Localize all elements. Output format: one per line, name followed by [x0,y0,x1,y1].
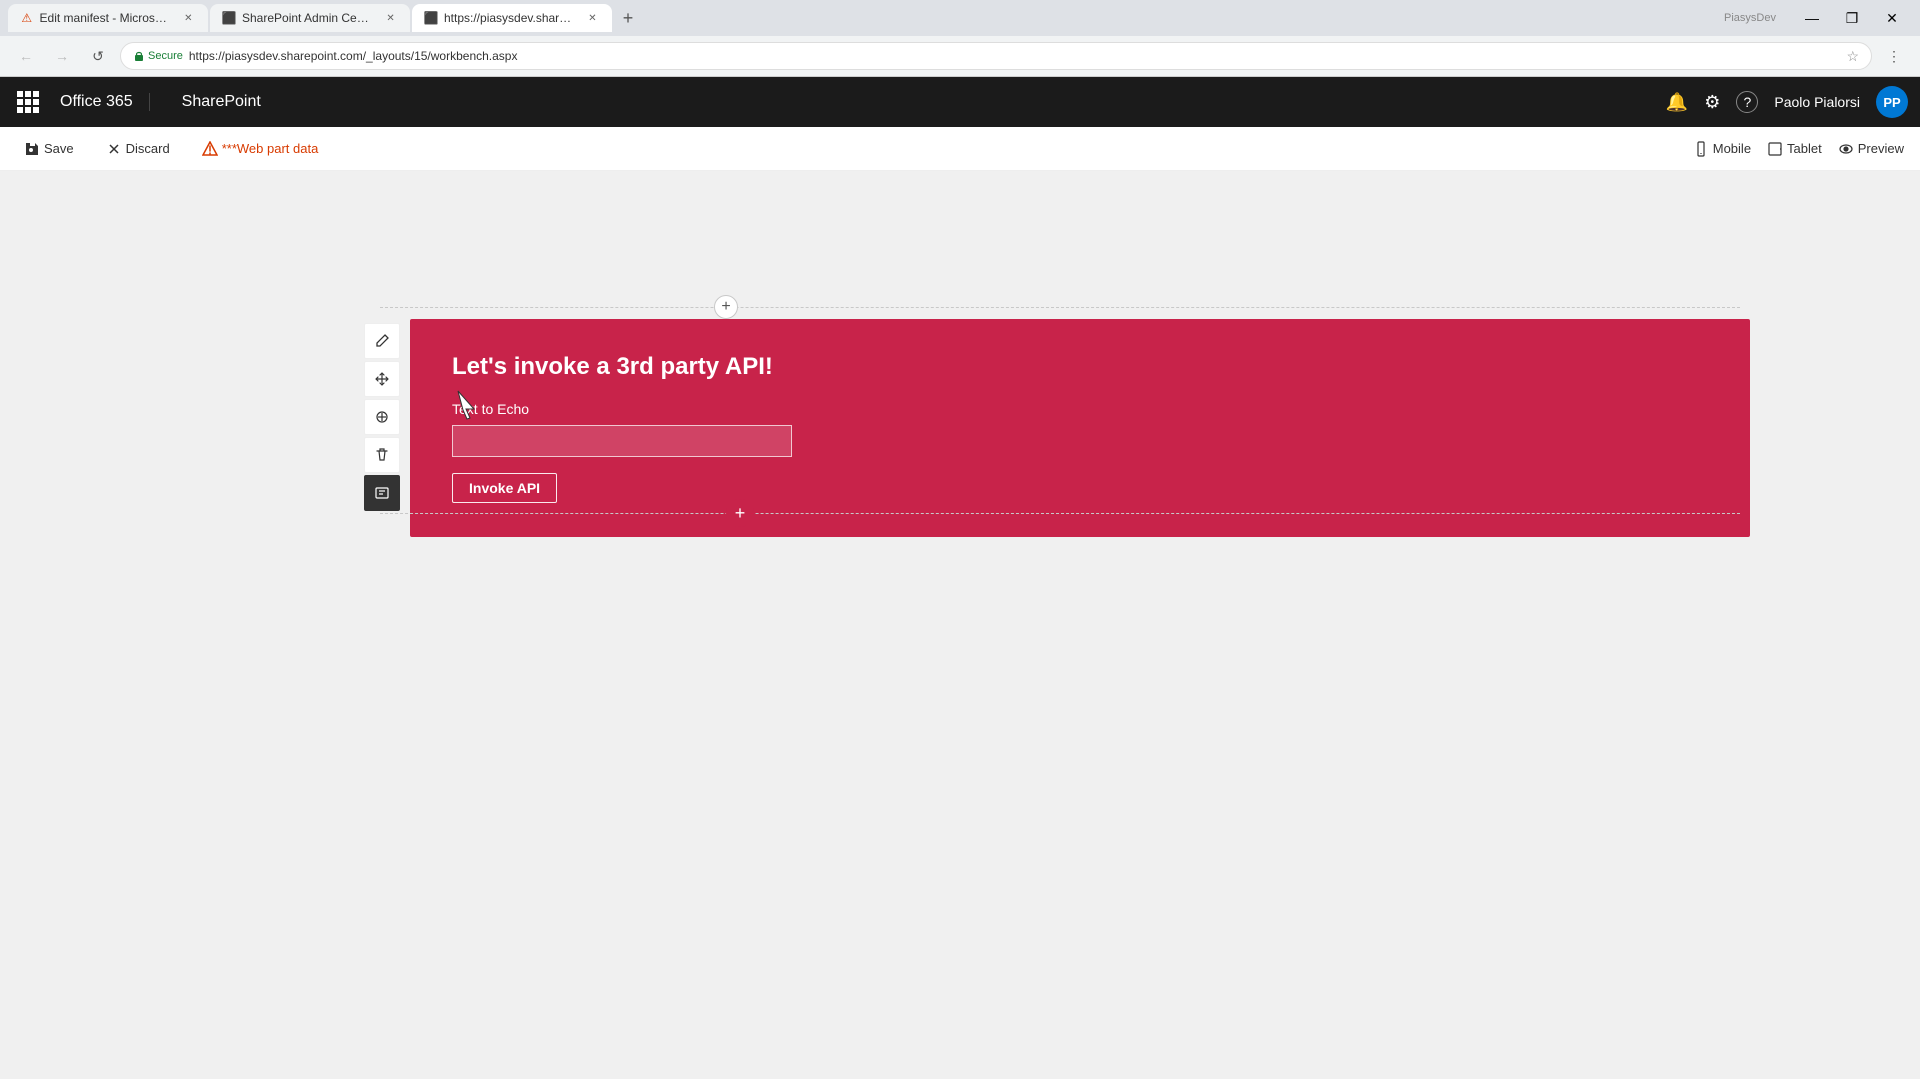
minimize-button[interactable]: — [1792,4,1832,32]
address-bar-row: ← → ↺ Secure https://piasysdev.sharepoin… [0,36,1920,76]
browser-tab-1[interactable]: ⚠ Edit manifest - Microsof... ✕ [8,4,208,32]
tab2-favicon: ⬛ [222,11,236,25]
delete-webpart-button[interactable] [364,437,400,473]
tablet-label: Tablet [1787,141,1822,156]
save-label: Save [44,141,74,156]
page-canvas: + Let's invoke a 3rd party API! [0,171,1920,1079]
webpart-content: Let's invoke a 3rd party API! Text to Ec… [412,321,1748,535]
bookmark-icon[interactable]: ☆ [1846,48,1859,65]
tab1-favicon: ⚠ [20,11,34,25]
settings-icon[interactable]: ⚙ [1704,92,1720,113]
editor-toolbar: Save Discard ***Web part data Mobile Tab… [0,127,1920,171]
browser-menu-icon[interactable]: ⋮ [1880,42,1908,70]
discard-label: Discard [126,141,170,156]
piasysdev-label: PiasysDev [1724,12,1776,24]
office365-title: Office 365 [60,93,150,111]
section-divider-top [380,307,1740,308]
forward-button[interactable]: → [48,42,76,70]
toolbar-right: Mobile Tablet Preview [1693,141,1904,157]
webpart-left-toolbar [358,319,406,515]
secure-indicator: Secure [133,50,183,62]
back-button[interactable]: ← [12,42,40,70]
save-button[interactable]: Save [16,137,82,161]
address-text: https://piasysdev.sharepoint.com/_layout… [189,49,1841,63]
user-avatar[interactable]: PP [1876,86,1908,118]
browser-tab-3[interactable]: ⬛ https://piasysdev.sharep... ✕ [412,4,612,32]
sharepoint-title: SharePoint [166,93,261,111]
tab3-close[interactable]: ✕ [585,10,600,26]
window-controls: — ❐ ✕ [1792,4,1912,32]
browser-chrome: ⚠ Edit manifest - Microsof... ✕ ⬛ ShareP… [0,0,1920,77]
preview-label: Preview [1858,141,1904,156]
tab1-title: Edit manifest - Microsof... [40,11,171,25]
notification-icon[interactable]: 🔔 [1666,92,1688,113]
preview-button[interactable]: Preview [1838,141,1904,157]
help-icon[interactable]: ? [1736,91,1758,113]
reload-button[interactable]: ↺ [84,42,112,70]
invoke-api-button[interactable]: Invoke API [452,473,557,503]
section-divider-bottom [380,513,1740,514]
tab3-title: https://piasysdev.sharep... [444,11,575,25]
o365-topbar: Office 365 SharePoint 🔔 ⚙ ? Paolo Pialor… [0,77,1920,127]
browser-right-icons: ⋮ [1880,42,1908,70]
tab1-close[interactable]: ✕ [181,10,196,26]
tab3-favicon: ⬛ [424,11,438,25]
discard-button[interactable]: Discard [98,137,178,161]
tab2-close[interactable]: ✕ [383,10,398,26]
text-echo-label: Text to Echo [452,401,1708,417]
restore-button[interactable]: ❐ [1832,4,1872,32]
tab-bar: ⚠ Edit manifest - Microsof... ✕ ⬛ ShareP… [0,0,1920,36]
user-name: Paolo Pialorsi [1774,94,1860,110]
webpart-wrapper: Let's invoke a 3rd party API! Text to Ec… [410,319,1750,537]
mobile-view-button[interactable]: Mobile [1693,141,1751,157]
new-tab-button[interactable]: + [614,4,642,32]
tab2-title: SharePoint Admin Cente... [242,11,373,25]
close-button[interactable]: ✕ [1872,4,1912,32]
webpart-data-label: ***Web part data [222,141,319,156]
properties-webpart-button[interactable] [364,475,400,511]
webpart-section: Let's invoke a 3rd party API! Text to Ec… [410,319,1750,537]
webpart-title: Let's invoke a 3rd party API! [452,353,1708,381]
tablet-view-button[interactable]: Tablet [1767,141,1822,157]
address-bar[interactable]: Secure https://piasysdev.sharepoint.com/… [120,42,1872,70]
waffle-button[interactable] [12,86,44,118]
add-section-bottom-button[interactable]: + [726,499,754,527]
add-section-top-button[interactable]: + [714,295,738,319]
move2-webpart-button[interactable] [364,399,400,435]
o365-right-section: 🔔 ⚙ ? Paolo Pialorsi PP [1666,86,1908,118]
edit-webpart-button[interactable] [364,323,400,359]
mobile-label: Mobile [1713,141,1751,156]
text-echo-input[interactable] [452,425,792,457]
webpart-data-button[interactable]: ***Web part data [194,137,327,161]
browser-tab-2[interactable]: ⬛ SharePoint Admin Cente... ✕ [210,4,410,32]
move-webpart-button[interactable] [364,361,400,397]
